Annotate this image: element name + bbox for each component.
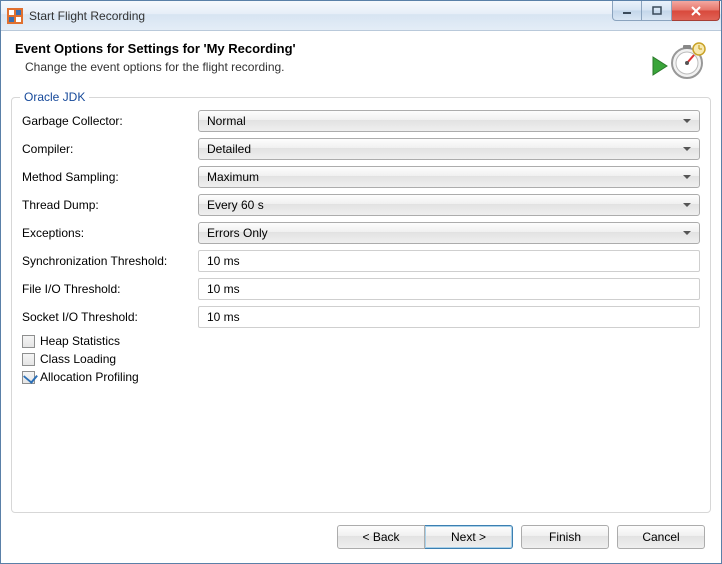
allocation-profiling-checkbox[interactable] <box>22 371 35 384</box>
heap-statistics-checkbox[interactable] <box>22 335 35 348</box>
file-io-threshold-label: File I/O Threshold: <box>22 282 198 296</box>
exceptions-label: Exceptions: <box>22 226 198 240</box>
garbage-collector-select[interactable]: Normal <box>198 110 700 132</box>
socket-io-threshold-label: Socket I/O Threshold: <box>22 310 198 324</box>
cancel-button[interactable]: Cancel <box>617 525 705 549</box>
group-legend: Oracle JDK <box>20 90 89 104</box>
file-io-threshold-value: 10 ms <box>207 282 240 296</box>
finish-button[interactable]: Finish <box>521 525 609 549</box>
banner: Event Options for Settings for 'My Recor… <box>1 31 721 95</box>
oracle-jdk-group: Oracle JDK Garbage Collector: Normal Com… <box>11 97 711 513</box>
method-sampling-label: Method Sampling: <box>22 170 198 184</box>
dialog-window: Start Flight Recording Event Options for… <box>0 0 722 564</box>
window-buttons <box>612 1 721 30</box>
window-title: Start Flight Recording <box>29 9 612 23</box>
socket-io-threshold-value: 10 ms <box>207 310 240 324</box>
sync-threshold-value: 10 ms <box>207 254 240 268</box>
sync-threshold-label: Synchronization Threshold: <box>22 254 198 268</box>
content-area: Oracle JDK Garbage Collector: Normal Com… <box>1 95 721 519</box>
heap-statistics-label: Heap Statistics <box>40 334 120 348</box>
chevron-down-icon <box>683 175 691 179</box>
close-icon <box>690 6 702 16</box>
maximize-button[interactable] <box>642 1 672 21</box>
socket-io-threshold-input[interactable]: 10 ms <box>198 306 700 328</box>
minimize-icon <box>622 6 632 16</box>
compiler-value: Detailed <box>207 142 251 156</box>
title-bar: Start Flight Recording <box>1 1 721 31</box>
maximize-icon <box>652 6 662 16</box>
app-icon <box>7 8 23 24</box>
chevron-down-icon <box>683 119 691 123</box>
method-sampling-select[interactable]: Maximum <box>198 166 700 188</box>
page-title: Event Options for Settings for 'My Recor… <box>15 41 647 56</box>
class-loading-checkbox[interactable] <box>22 353 35 366</box>
method-sampling-value: Maximum <box>207 170 259 184</box>
close-button[interactable] <box>672 1 720 21</box>
exceptions-value: Errors Only <box>207 226 268 240</box>
minimize-button[interactable] <box>612 1 642 21</box>
next-button[interactable]: Next > <box>425 525 513 549</box>
allocation-profiling-label: Allocation Profiling <box>40 370 139 384</box>
class-loading-label: Class Loading <box>40 352 116 366</box>
thread-dump-select[interactable]: Every 60 s <box>198 194 700 216</box>
chevron-down-icon <box>683 147 691 151</box>
chevron-down-icon <box>683 203 691 207</box>
sync-threshold-input[interactable]: 10 ms <box>198 250 700 272</box>
back-button[interactable]: < Back <box>337 525 425 549</box>
file-io-threshold-input[interactable]: 10 ms <box>198 278 700 300</box>
button-bar: < Back Next > Finish Cancel <box>1 519 721 563</box>
thread-dump-label: Thread Dump: <box>22 198 198 212</box>
chevron-down-icon <box>683 231 691 235</box>
garbage-collector-value: Normal <box>207 114 246 128</box>
exceptions-select[interactable]: Errors Only <box>198 222 700 244</box>
compiler-label: Compiler: <box>22 142 198 156</box>
compiler-select[interactable]: Detailed <box>198 138 700 160</box>
thread-dump-value: Every 60 s <box>207 198 264 212</box>
banner-icon <box>647 41 707 83</box>
page-subtitle: Change the event options for the flight … <box>25 60 647 74</box>
garbage-collector-label: Garbage Collector: <box>22 114 198 128</box>
